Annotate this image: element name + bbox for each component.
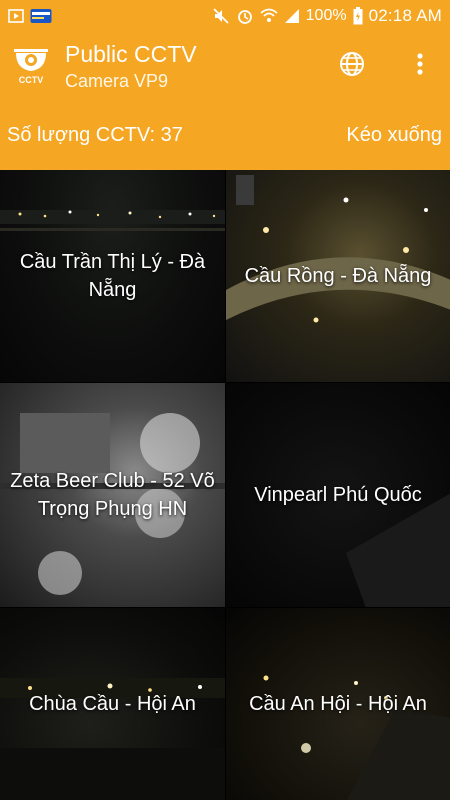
- overflow-menu-button[interactable]: [400, 46, 440, 86]
- camera-tile[interactable]: Zeta Beer Club - 52 Võ Trọng Phụng HN: [0, 382, 225, 607]
- camera-name: Cầu Trần Thị Lý - Đà Nẵng: [19, 251, 206, 301]
- camera-name: Cầu Rồng - Đà Nẵng: [244, 265, 432, 287]
- status-left: [8, 8, 52, 24]
- camera-tile[interactable]: Cầu Rồng - Đà Nẵng: [225, 170, 450, 382]
- camera-tile[interactable]: Cầu Trần Thị Lý - Đà Nẵng: [0, 170, 225, 382]
- more-vert-icon: [416, 52, 424, 81]
- media-icon: [8, 8, 24, 24]
- clock: 02:18 AM: [368, 6, 442, 25]
- globe-icon: [339, 51, 365, 82]
- title-group: Public CCTV Camera VP9: [65, 40, 197, 91]
- battery-icon: [353, 7, 363, 25]
- camera-name: Cầu An Hội - Hội An: [249, 693, 427, 715]
- camera-name: Vinpearl Phú Quốc: [254, 484, 422, 506]
- battery-percent: 100%: [305, 7, 347, 24]
- camera-name: Zeta Beer Club - 52 Võ Trọng Phụng HN: [10, 470, 215, 520]
- pull-down-hint[interactable]: Kéo xuống: [346, 124, 442, 147]
- camera-tile[interactable]: Vinpearl Phú Quốc: [225, 382, 450, 607]
- camera-grid: Cầu Trần Thị Lý - Đà Nẵng Cầu Rồng - Đà …: [0, 170, 450, 800]
- mute-icon: [212, 7, 230, 25]
- app-bar-actions: [332, 46, 450, 86]
- app-bar: CCTV Public CCTV Camera VP9: [0, 32, 450, 100]
- status-right: 100% 02:18 AM: [212, 6, 442, 26]
- camera-tile[interactable]: Cầu An Hội - Hội An: [225, 607, 450, 800]
- wifi-icon: [260, 7, 278, 25]
- camera-name: Chùa Cầu - Hội An: [29, 693, 196, 715]
- camera-count: Số lượng CCTV: 37: [7, 123, 183, 146]
- signal-icon: [284, 8, 300, 24]
- status-bar: 100% 02:18 AM: [0, 0, 450, 32]
- language-button[interactable]: [332, 46, 372, 86]
- camera-tile[interactable]: Chùa Cầu - Hội An: [0, 607, 225, 800]
- cctv-logo-icon: CCTV: [8, 43, 54, 89]
- alarm-icon: [236, 7, 254, 25]
- carrier-badge-icon: [30, 8, 52, 24]
- app-title: Public CCTV: [65, 40, 197, 67]
- app-subtitle: Camera VP9: [65, 70, 169, 91]
- svg-text:CCTV: CCTV: [19, 75, 44, 85]
- info-bar: Số lượng CCTV: 37 Kéo xuống: [0, 100, 450, 170]
